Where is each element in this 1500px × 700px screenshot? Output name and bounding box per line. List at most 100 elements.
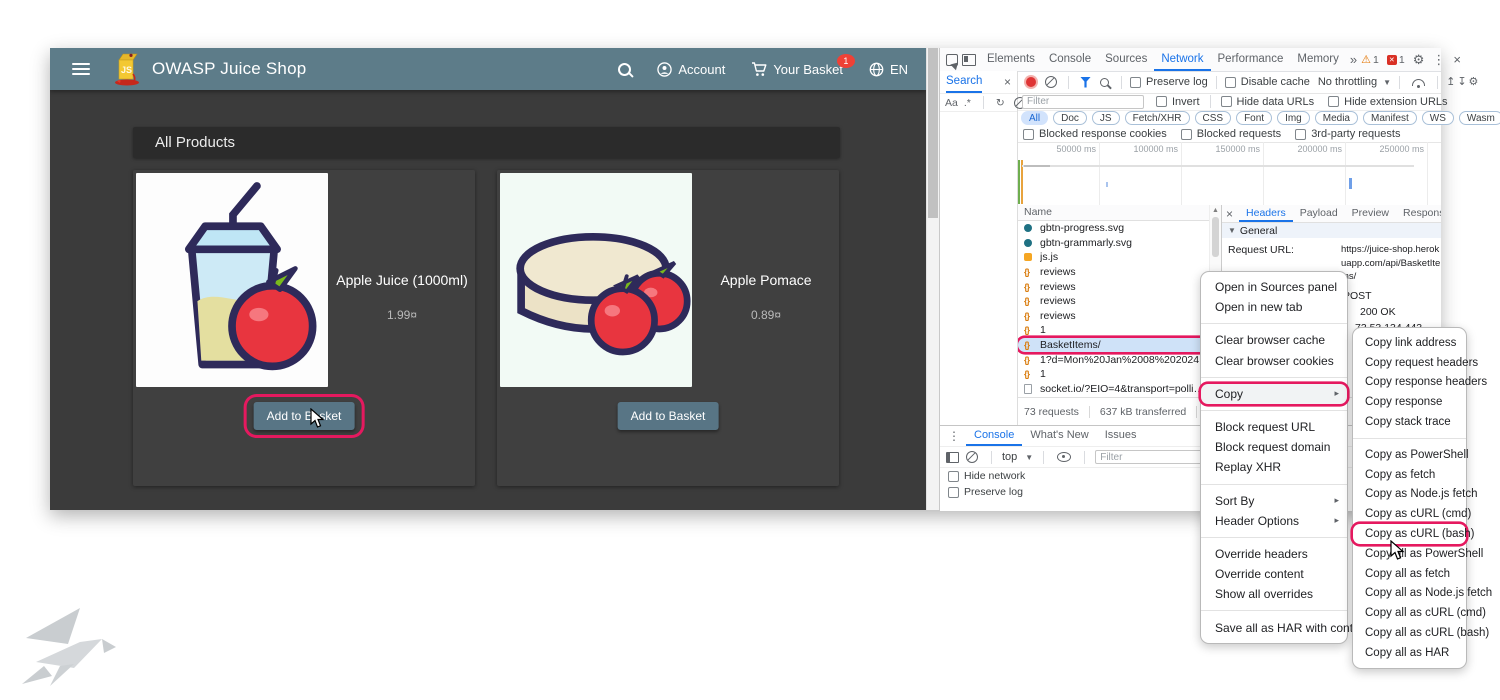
menu-item[interactable]: Copy as fetch [1353, 465, 1466, 485]
import-har-icon[interactable]: ↥ [1446, 77, 1455, 88]
scrollbar-thumb[interactable] [1212, 217, 1219, 257]
blocked-filter-checkbox[interactable]: Blocked response cookies [1023, 128, 1167, 140]
menu-item[interactable] [1201, 537, 1347, 538]
request-row[interactable]: 1 [1018, 323, 1209, 338]
network-conditions-icon[interactable] [1412, 79, 1425, 86]
console-sidebar-icon[interactable] [946, 452, 959, 463]
menu-item[interactable] [1201, 410, 1347, 411]
hide-data-urls-checkbox[interactable]: Hide data URLs [1221, 96, 1315, 108]
menu-item[interactable] [1353, 438, 1466, 439]
menu-item[interactable] [1201, 610, 1347, 611]
menu-item[interactable] [1201, 484, 1347, 485]
menu-item[interactable]: Copy all as PowerShell [1353, 544, 1466, 564]
more-tabs-icon[interactable]: » [1350, 53, 1357, 66]
language-button[interactable]: EN [869, 62, 908, 77]
menu-item[interactable]: Replay XHR [1201, 457, 1347, 477]
type-chip[interactable]: Doc [1053, 111, 1087, 126]
devtools-tab[interactable]: Performance [1211, 48, 1291, 71]
details-tab[interactable]: Response [1396, 205, 1441, 222]
type-chip[interactable]: JS [1092, 111, 1120, 126]
settings-gear-icon[interactable]: ⚙ [1413, 53, 1425, 66]
details-tab[interactable]: Preview [1345, 205, 1396, 222]
regex-button[interactable]: .* [964, 97, 971, 109]
export-har-icon[interactable]: ↧ [1457, 77, 1466, 88]
search-tab[interactable]: Search [946, 71, 982, 93]
menu-item[interactable]: Copy all as Node.js fetch [1353, 584, 1466, 604]
blocked-filter-checkbox[interactable]: 3rd-party requests [1295, 128, 1400, 140]
type-chip[interactable]: Font [1236, 111, 1272, 126]
type-chip[interactable]: WS [1422, 111, 1454, 126]
kebab-menu-icon[interactable]: ⋮ [1432, 53, 1445, 66]
request-row[interactable]: reviews [1018, 294, 1209, 309]
drawer-tab[interactable]: Issues [1097, 426, 1145, 446]
scroll-up-icon[interactable]: ▲ [1212, 207, 1219, 214]
devtools-tab[interactable]: Sources [1098, 48, 1154, 71]
menu-item[interactable]: Block request URL [1201, 417, 1347, 437]
devtools-tab[interactable]: Memory [1290, 48, 1346, 71]
drawer-tab[interactable]: What's New [1022, 426, 1096, 446]
menu-item[interactable]: Copy request headers [1353, 353, 1466, 373]
menu-item[interactable]: Clear browser cookies [1201, 351, 1347, 371]
device-toolbar-icon[interactable] [962, 54, 976, 66]
devtools-tab[interactable]: Console [1042, 48, 1098, 71]
hide-extension-urls-checkbox[interactable]: Hide extension URLs [1328, 96, 1447, 108]
type-chip[interactable]: Img [1277, 111, 1310, 126]
errors-indicator[interactable]: ✕1 [1387, 54, 1405, 66]
menu-item[interactable]: Copy response headers [1353, 373, 1466, 393]
menu-item[interactable]: Copy response [1353, 392, 1466, 412]
request-row[interactable]: reviews [1018, 279, 1209, 294]
warnings-indicator[interactable]: ⚠1 [1361, 53, 1379, 66]
devtools-tab[interactable]: Network [1154, 48, 1210, 71]
menu-item[interactable]: Header Options ▸ [1201, 511, 1347, 531]
page-scrollbar[interactable] [926, 48, 939, 510]
type-chip[interactable]: Manifest [1363, 111, 1417, 126]
record-icon[interactable] [1026, 77, 1036, 87]
search-network-icon[interactable] [1100, 78, 1109, 87]
menu-item[interactable]: Copy as Node.js fetch [1353, 485, 1466, 505]
menu-item[interactable]: Copy all as cURL (cmd) [1353, 603, 1466, 623]
menu-item[interactable]: Open in Sources panel [1201, 277, 1347, 297]
menu-item[interactable]: Clear browser cache [1201, 330, 1347, 350]
general-section-header[interactable]: ▼ General [1222, 223, 1441, 238]
details-tab[interactable]: Headers [1239, 205, 1293, 222]
devtools-tab[interactable]: Elements [980, 48, 1042, 71]
menu-item[interactable]: Copy as cURL (bash) [1353, 524, 1466, 544]
type-chip[interactable]: All [1021, 111, 1048, 126]
drawer-kebab-icon[interactable]: ⋮ [948, 429, 960, 443]
details-tab[interactable]: Payload [1293, 205, 1345, 222]
network-filter-input[interactable] [1022, 95, 1144, 109]
drawer-tab[interactable]: Console [966, 426, 1022, 446]
menu-item[interactable] [1201, 377, 1347, 378]
product-card-apple-pomace[interactable]: Apple Pomace 0.89¤ Add to Basket [497, 170, 839, 486]
blocked-filter-checkbox[interactable]: Blocked requests [1181, 128, 1281, 140]
menu-item[interactable]: Copy ▸ [1201, 384, 1347, 404]
menu-item[interactable]: Show all overrides [1201, 584, 1347, 604]
request-row[interactable]: socket.io/?EIO=4&transport=polling&t=… [1018, 382, 1209, 396]
close-devtools-icon[interactable]: × [1453, 53, 1461, 66]
account-button[interactable]: Account [657, 62, 725, 77]
type-chip[interactable]: Media [1315, 111, 1358, 126]
menu-item[interactable]: Copy all as HAR [1353, 643, 1466, 663]
disable-cache-checkbox[interactable]: Disable cache [1225, 76, 1310, 88]
request-row[interactable]: BasketItems/ [1018, 338, 1209, 353]
network-settings-gear-icon[interactable]: ⚙ [1469, 77, 1479, 88]
menu-item[interactable]: Copy stack trace [1353, 412, 1466, 432]
throttling-select[interactable]: No throttling [1318, 76, 1377, 88]
request-row[interactable]: reviews [1018, 265, 1209, 280]
clear-network-log-icon[interactable] [1045, 76, 1057, 88]
clear-console-icon[interactable] [966, 451, 978, 463]
preserve-log-checkbox[interactable]: Preserve log [1130, 76, 1208, 88]
menu-item[interactable]: Copy as PowerShell [1353, 445, 1466, 465]
menu-item[interactable]: Save all as HAR with content [1201, 617, 1347, 637]
filter-icon[interactable] [1080, 77, 1091, 88]
request-row[interactable]: reviews [1018, 309, 1209, 324]
basket-button[interactable]: Your Basket 1 [751, 62, 843, 77]
search-icon[interactable] [618, 63, 631, 76]
menu-item[interactable]: Block request domain [1201, 437, 1347, 457]
menu-item[interactable]: Copy all as fetch [1353, 564, 1466, 584]
menu-item[interactable]: Copy as cURL (cmd) [1353, 504, 1466, 524]
add-to-basket-button[interactable]: Add to Basket [618, 402, 719, 430]
close-details-icon[interactable]: × [1226, 207, 1233, 221]
request-row[interactable]: js.js [1018, 250, 1209, 265]
menu-item[interactable]: Open in new tab [1201, 297, 1347, 317]
